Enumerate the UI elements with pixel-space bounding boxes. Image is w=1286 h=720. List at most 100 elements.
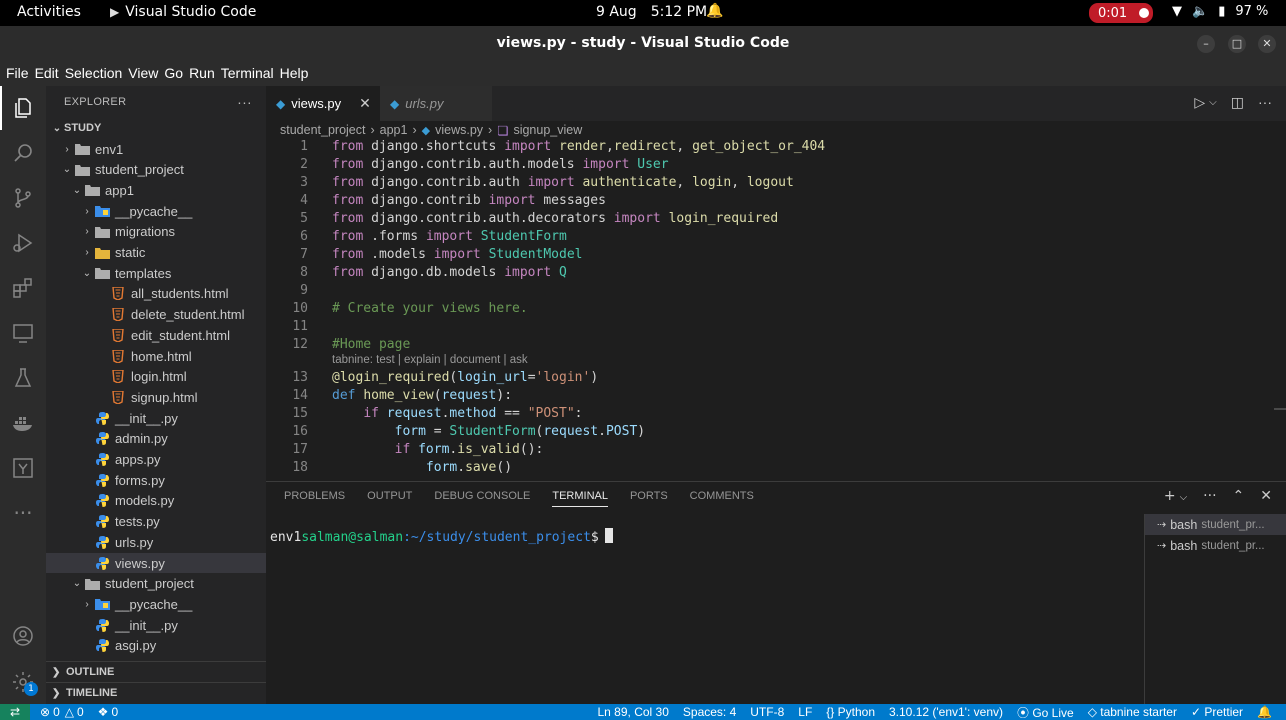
tree-folder[interactable]: › env1 [46, 139, 266, 160]
tree-file[interactable]: delete_student.html [46, 304, 266, 325]
menu-edit[interactable]: Edit [35, 62, 65, 86]
warning-icon[interactable]: △ [65, 705, 74, 719]
line-ending[interactable]: LF [798, 705, 812, 719]
tab-urls-py[interactable]: ◆ urls.py [380, 86, 492, 121]
prettier-status[interactable]: ✓ Prettier [1191, 705, 1243, 719]
tab-comments[interactable]: COMMENTS [690, 490, 754, 507]
tab-views-py[interactable]: ◆ views.py ✕ [266, 86, 380, 121]
tab-terminal[interactable]: TERMINAL [552, 490, 608, 507]
tree-file[interactable]: __init__.py [46, 408, 266, 429]
chevron-down-icon[interactable]: ⌵ [1209, 97, 1217, 111]
python-interpreter[interactable]: 3.10.12 ('env1': venv) [889, 705, 1003, 719]
search-icon[interactable] [0, 131, 46, 175]
close-tab-icon[interactable]: ✕ [359, 95, 371, 112]
accounts-icon[interactable] [0, 614, 46, 658]
more-actions-icon[interactable]: ··· [1258, 94, 1272, 111]
tree-folder[interactable]: › __pycache__ [46, 201, 266, 222]
tab-debug-console[interactable]: DEBUG CONSOLE [434, 490, 530, 507]
tree-file[interactable]: apps.py [46, 449, 266, 470]
tab-output[interactable]: OUTPUT [367, 490, 412, 507]
system-tray[interactable]: ▼ 🔈 ▮ 97 % [1172, 4, 1268, 19]
breadcrumb-item[interactable]: views.py [435, 123, 483, 137]
tabnine-codelens[interactable]: tabnine: test | explain | document | ask [332, 354, 528, 366]
menu-selection[interactable]: Selection [65, 62, 129, 86]
tree-folder[interactable]: ⌄ templates [46, 263, 266, 284]
tree-folder[interactable]: ⌄ student_project [46, 159, 266, 180]
menu-help[interactable]: Help [280, 62, 315, 86]
tree-file[interactable]: urls.py [46, 532, 266, 553]
menu-file[interactable]: File [6, 62, 35, 86]
go-live-button[interactable]: ⦿ Go Live [1017, 704, 1074, 720]
breadcrumb-item[interactable]: student_project [280, 123, 365, 137]
tree-file[interactable]: forms.py [46, 470, 266, 491]
notifications-bell-icon[interactable]: 🔔 [1257, 705, 1272, 719]
tab-ports[interactable]: PORTS [630, 490, 668, 507]
menu-go[interactable]: Go [164, 62, 189, 86]
terminal-output[interactable]: env1salman@salman:~/study/student_projec… [270, 528, 613, 545]
explorer-root-folder[interactable]: ⌄ STUDY [46, 118, 266, 139]
tree-file[interactable]: edit_student.html [46, 325, 266, 346]
breadcrumb-item[interactable]: signup_view [513, 123, 582, 137]
terminal-instance[interactable]: ⇢ bash student_pr... [1145, 535, 1286, 556]
minimize-button[interactable]: – [1197, 35, 1215, 53]
timeline-section[interactable]: ❯ TIMELINE [46, 682, 266, 703]
maximize-panel-icon[interactable]: ⌃ [1233, 488, 1245, 504]
tree-folder[interactable]: ⌄ app1 [46, 180, 266, 201]
outline-section[interactable]: ❯ OUTLINE [46, 661, 266, 682]
tabnine-status[interactable]: ◇ tabnine starter [1088, 705, 1177, 719]
source-control-icon[interactable] [0, 176, 46, 220]
remote-indicator-icon[interactable]: ⇄ [0, 704, 30, 720]
menu-terminal[interactable]: Terminal [221, 62, 280, 86]
tree-folder[interactable]: › migrations [46, 222, 266, 243]
error-count[interactable]: 0 [53, 705, 60, 719]
close-window-button[interactable]: ✕ [1258, 35, 1276, 53]
language-mode[interactable]: {} Python [826, 705, 875, 719]
manage-gear-icon[interactable]: 1 [0, 660, 46, 704]
tree-folder[interactable]: ⌄ student_project [46, 573, 266, 594]
tree-file[interactable]: home.html [46, 346, 266, 367]
tree-folder[interactable]: › __pycache__ [46, 594, 266, 615]
run-file-icon[interactable]: ▷ [1194, 94, 1205, 111]
ports-count[interactable]: 0 [111, 705, 118, 719]
tree-file[interactable]: views.py [46, 552, 266, 574]
testing-icon[interactable] [0, 356, 46, 400]
chevron-down-icon[interactable]: ⌵ [1180, 492, 1188, 504]
cursor-position[interactable]: Ln 89, Col 30 [598, 705, 669, 719]
terminal-instance[interactable]: ⇢ bash student_pr... [1145, 514, 1286, 535]
menu-view[interactable]: View [128, 62, 164, 86]
more-views-icon[interactable]: ··· [0, 491, 46, 535]
breadcrumb-item[interactable]: app1 [380, 123, 408, 137]
app-menu[interactable]: ▶ Visual Studio Code [110, 4, 256, 20]
ports-icon[interactable]: ❖ [98, 705, 109, 719]
more-actions-icon[interactable]: ··· [1203, 488, 1216, 504]
docker-icon[interactable] [0, 401, 46, 445]
code-editor[interactable]: 1 from django.shortcuts import render,red… [266, 139, 1274, 481]
warning-count[interactable]: 0 [77, 705, 84, 719]
tree-file[interactable]: tests.py [46, 511, 266, 532]
split-editor-icon[interactable]: ◫ [1231, 94, 1244, 111]
tree-folder[interactable]: › static [46, 242, 266, 263]
menu-run[interactable]: Run [189, 62, 221, 86]
tree-file[interactable]: asgi.py [46, 636, 266, 657]
new-terminal-icon[interactable]: + [1164, 488, 1176, 504]
notification-bell-icon[interactable]: 🔔 [706, 3, 723, 19]
tab-problems[interactable]: PROBLEMS [284, 490, 345, 507]
gitlens-icon[interactable] [0, 446, 46, 490]
extensions-icon[interactable] [0, 266, 46, 310]
clock[interactable]: 9 Aug 5:12 PM [596, 4, 707, 20]
encoding[interactable]: UTF-8 [750, 705, 784, 719]
tree-file[interactable]: login.html [46, 366, 266, 387]
tree-file[interactable]: signup.html [46, 387, 266, 408]
tree-file[interactable]: models.py [46, 491, 266, 512]
run-debug-icon[interactable] [0, 221, 46, 265]
tree-file[interactable]: __init__.py [46, 615, 266, 636]
tree-file[interactable]: admin.py [46, 429, 266, 450]
close-panel-icon[interactable]: ✕ [1260, 488, 1272, 504]
tree-file[interactable]: all_students.html [46, 284, 266, 305]
activities-button[interactable]: Activities [17, 4, 81, 20]
explorer-icon[interactable] [0, 86, 46, 130]
maximize-button[interactable]: □ [1228, 35, 1246, 53]
indentation[interactable]: Spaces: 4 [683, 705, 736, 719]
explorer-more-icon[interactable]: ··· [237, 94, 252, 110]
errors-icon[interactable]: ⊗ [40, 705, 50, 719]
